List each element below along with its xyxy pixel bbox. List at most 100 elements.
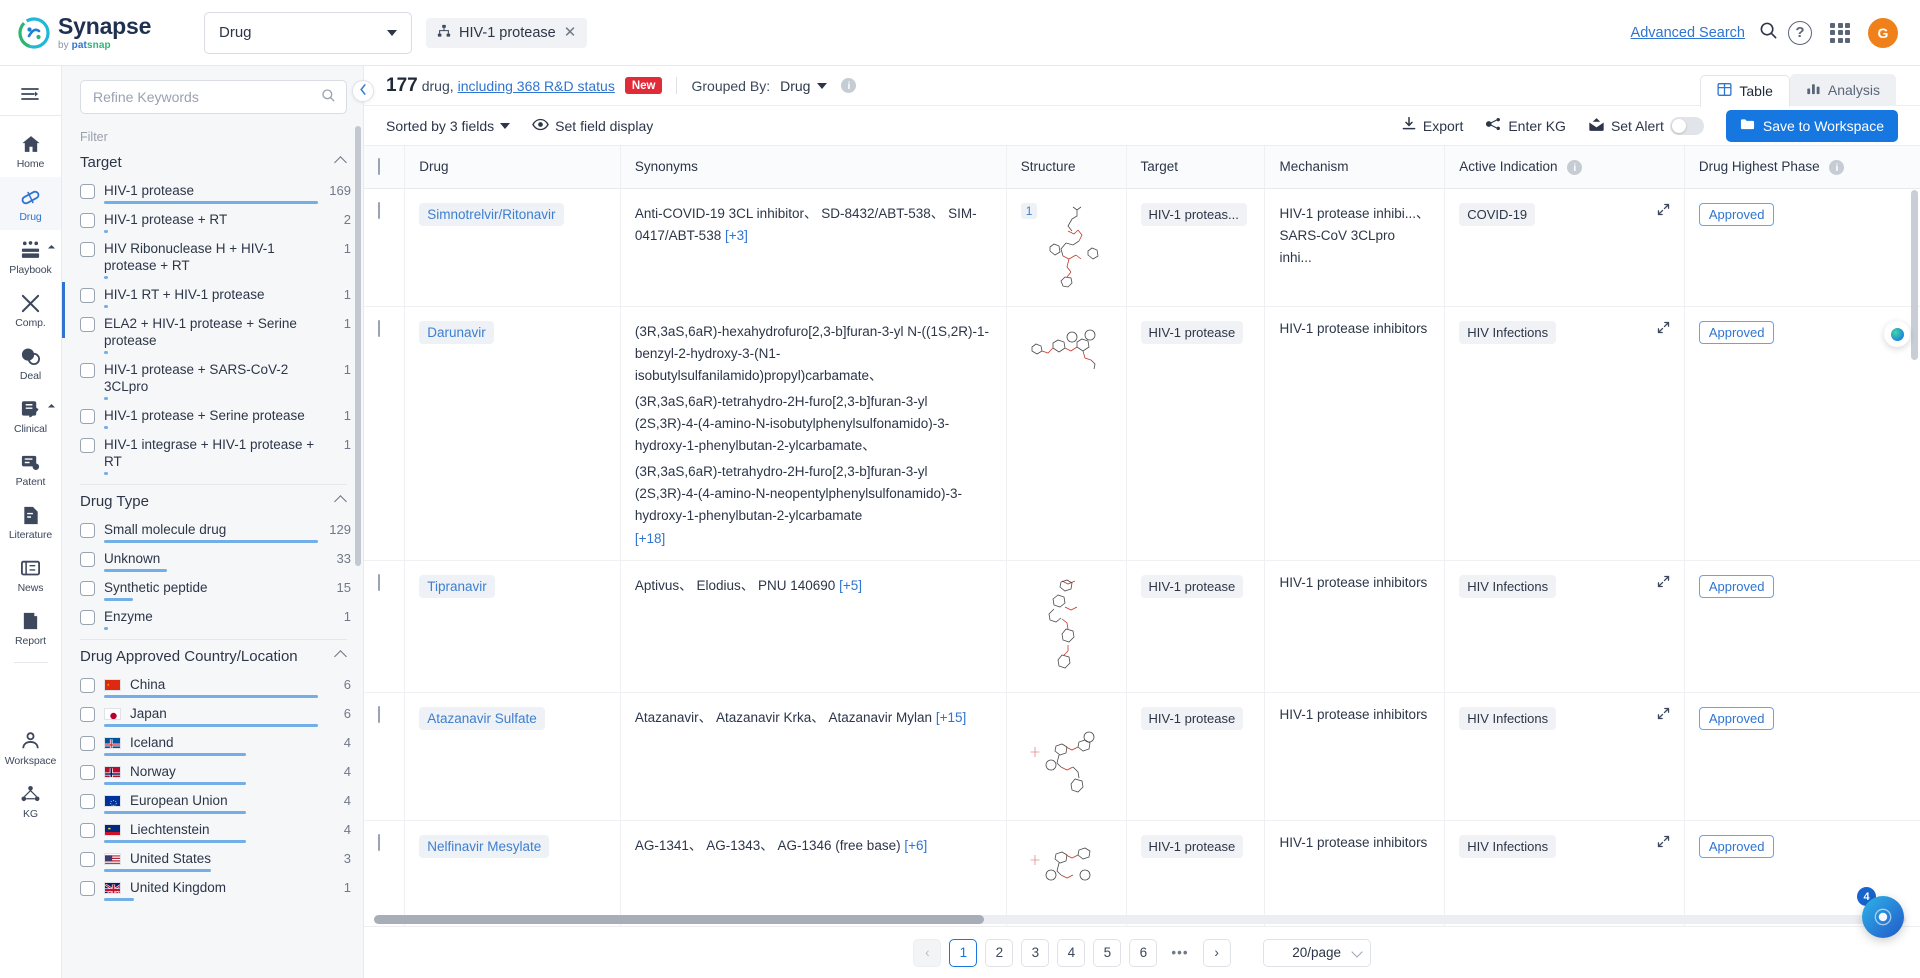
- tab-table[interactable]: Table: [1700, 74, 1790, 107]
- expand-icon[interactable]: [1657, 707, 1670, 723]
- tab-analysis[interactable]: Analysis: [1789, 73, 1896, 106]
- page-button-2[interactable]: 2: [985, 938, 1014, 967]
- page-button-5[interactable]: 5: [1093, 938, 1122, 967]
- table-row[interactable]: Nelfinavir Mesylate AG-1341、 AG-1343、 AG…: [364, 820, 1920, 926]
- filter-option[interactable]: HIV Ribonuclease H + HIV-1 protease + RT…: [62, 237, 363, 279]
- filter-option[interactable]: Synthetic peptide 15: [62, 576, 363, 601]
- column-header-drug-highest-phase[interactable]: Drug Highest Phase i: [1684, 146, 1920, 189]
- filter-option[interactable]: European Union 4: [62, 789, 363, 814]
- rd-status-link[interactable]: including 368 R&D status: [458, 78, 615, 94]
- synonyms-more-link[interactable]: [+15]: [936, 710, 966, 725]
- next-page-button[interactable]: ›: [1202, 938, 1231, 967]
- checkbox[interactable]: [80, 317, 95, 332]
- checkbox[interactable]: [378, 201, 380, 219]
- checkbox[interactable]: [378, 705, 380, 723]
- checkbox[interactable]: [378, 833, 380, 851]
- column-header-synonyms[interactable]: Synonyms: [620, 146, 1007, 189]
- table-horizontal-scrollbar-thumb[interactable]: [374, 915, 984, 924]
- search-icon[interactable]: [1759, 21, 1778, 45]
- filter-option[interactable]: HIV-1 protease + SARS-CoV-2 3CLpro 1: [62, 358, 363, 400]
- sidebar-item-competition[interactable]: Comp.: [0, 283, 61, 336]
- page-button-6[interactable]: 6: [1129, 938, 1158, 967]
- table-row[interactable]: Darunavir (3R,3aS,6aR)-hexahydrofuro[2,3…: [364, 306, 1920, 561]
- sidebar-item-playbook[interactable]: Playbook: [0, 230, 61, 283]
- checkbox[interactable]: [80, 881, 95, 896]
- checkbox[interactable]: [80, 363, 95, 378]
- filter-option[interactable]: China 6: [62, 673, 363, 698]
- filter-option[interactable]: Unknown 33: [62, 547, 363, 572]
- checkbox[interactable]: [80, 852, 95, 867]
- export-button[interactable]: Export: [1401, 116, 1463, 135]
- filter-scrollbar-thumb[interactable]: [355, 126, 361, 566]
- checkbox[interactable]: [80, 610, 95, 625]
- checkbox[interactable]: [80, 707, 95, 722]
- sidebar-item-news[interactable]: News: [0, 548, 61, 601]
- app-logo[interactable]: Synapse by patsnap: [18, 14, 196, 51]
- filter-group-target[interactable]: Target: [62, 146, 363, 179]
- advanced-search-link[interactable]: Advanced Search: [1631, 25, 1745, 41]
- column-header-active-indication[interactable]: Active Indication i: [1444, 146, 1685, 189]
- set-field-display-button[interactable]: Set field display: [532, 118, 653, 134]
- filter-option[interactable]: United States 3: [62, 847, 363, 872]
- filter-option[interactable]: HIV-1 protease + RT 2: [62, 208, 363, 233]
- checkbox[interactable]: [80, 288, 95, 303]
- synonyms-more-link[interactable]: [+18]: [635, 531, 992, 546]
- filter-option[interactable]: HIV-1 protease 169: [62, 179, 363, 204]
- column-header-mechanism[interactable]: Mechanism: [1264, 146, 1446, 189]
- checkbox[interactable]: [80, 242, 95, 257]
- collapse-filters-button[interactable]: [352, 80, 374, 102]
- checkbox-select-all[interactable]: [378, 158, 380, 176]
- apps-grid-icon[interactable]: [1830, 22, 1850, 43]
- table-vertical-scrollbar[interactable]: [1911, 190, 1918, 360]
- help-icon[interactable]: ?: [1788, 20, 1812, 45]
- sidebar-item-literature[interactable]: Literature: [0, 495, 61, 548]
- column-header-drug[interactable]: Drug: [404, 146, 621, 189]
- table-row[interactable]: Atazanavir Sulfate Atazanavir、 Atazanavi…: [364, 692, 1920, 821]
- sidebar-item-kg[interactable]: KG: [0, 774, 61, 827]
- drug-link[interactable]: Tipranavir: [419, 574, 495, 598]
- grouped-by-value[interactable]: Drug: [780, 78, 810, 94]
- filter-option[interactable]: United Kingdom 1: [62, 876, 363, 901]
- checkbox[interactable]: [80, 213, 95, 228]
- checkbox[interactable]: [80, 765, 95, 780]
- filter-group-drug-type[interactable]: Drug Type: [62, 485, 363, 518]
- checkbox[interactable]: [80, 581, 95, 596]
- checkbox[interactable]: [80, 794, 95, 809]
- sidebar-item-patent[interactable]: Patent: [0, 442, 61, 495]
- filter-option[interactable]: Norway 4: [62, 760, 363, 785]
- sidebar-item-drug[interactable]: Drug: [0, 177, 61, 230]
- chemical-structure-image[interactable]: [1028, 329, 1104, 380]
- filter-option[interactable]: HIV-1 RT + HIV-1 protease 1: [62, 283, 363, 308]
- checkbox[interactable]: [80, 523, 95, 538]
- checkbox[interactable]: [378, 573, 380, 591]
- checkbox[interactable]: [80, 552, 95, 567]
- expand-icon[interactable]: [1657, 321, 1670, 337]
- filter-option[interactable]: HIV-1 integrase + HIV-1 protease + RT 1: [62, 433, 363, 475]
- page-size-select[interactable]: 20/page: [1262, 938, 1371, 967]
- sidebar-item-home[interactable]: Home: [0, 124, 61, 177]
- sidebar-item-report[interactable]: Report: [0, 601, 61, 654]
- expand-icon[interactable]: [1657, 203, 1670, 219]
- entity-type-select[interactable]: Drug: [204, 11, 412, 54]
- ai-assistant-button[interactable]: [1862, 896, 1904, 938]
- table-row[interactable]: Simnotrelvir/Ritonavir Anti-COVID-19 3CL…: [364, 188, 1920, 307]
- ai-orb-button[interactable]: [1884, 321, 1910, 347]
- expand-icon[interactable]: [1657, 575, 1670, 591]
- drug-link[interactable]: Atazanavir Sulfate: [419, 706, 545, 730]
- synonyms-more-link[interactable]: [+5]: [839, 578, 862, 593]
- search-icon[interactable]: [321, 88, 336, 106]
- page-ellipsis[interactable]: •••: [1165, 939, 1194, 967]
- chemical-structure-image[interactable]: [1032, 579, 1100, 678]
- checkbox[interactable]: [80, 678, 95, 693]
- chemical-structure-image[interactable]: [1029, 847, 1103, 908]
- checkbox[interactable]: [80, 823, 95, 838]
- filter-option[interactable]: Enzyme 1: [62, 605, 363, 630]
- drug-link[interactable]: Darunavir: [419, 320, 494, 344]
- filter-option[interactable]: Small molecule drug 129: [62, 518, 363, 543]
- filter-option[interactable]: ELA2 + HIV-1 protease + Serine protease …: [62, 312, 363, 354]
- prev-page-button[interactable]: ‹: [913, 938, 942, 967]
- table-row[interactable]: Tipranavir Aptivus、 Elodius、 PNU 140690 …: [364, 560, 1920, 693]
- page-button-1[interactable]: 1: [949, 938, 978, 967]
- expand-icon[interactable]: [1657, 835, 1670, 851]
- search-chip-hiv1-protease[interactable]: HIV-1 protease ✕: [426, 17, 588, 48]
